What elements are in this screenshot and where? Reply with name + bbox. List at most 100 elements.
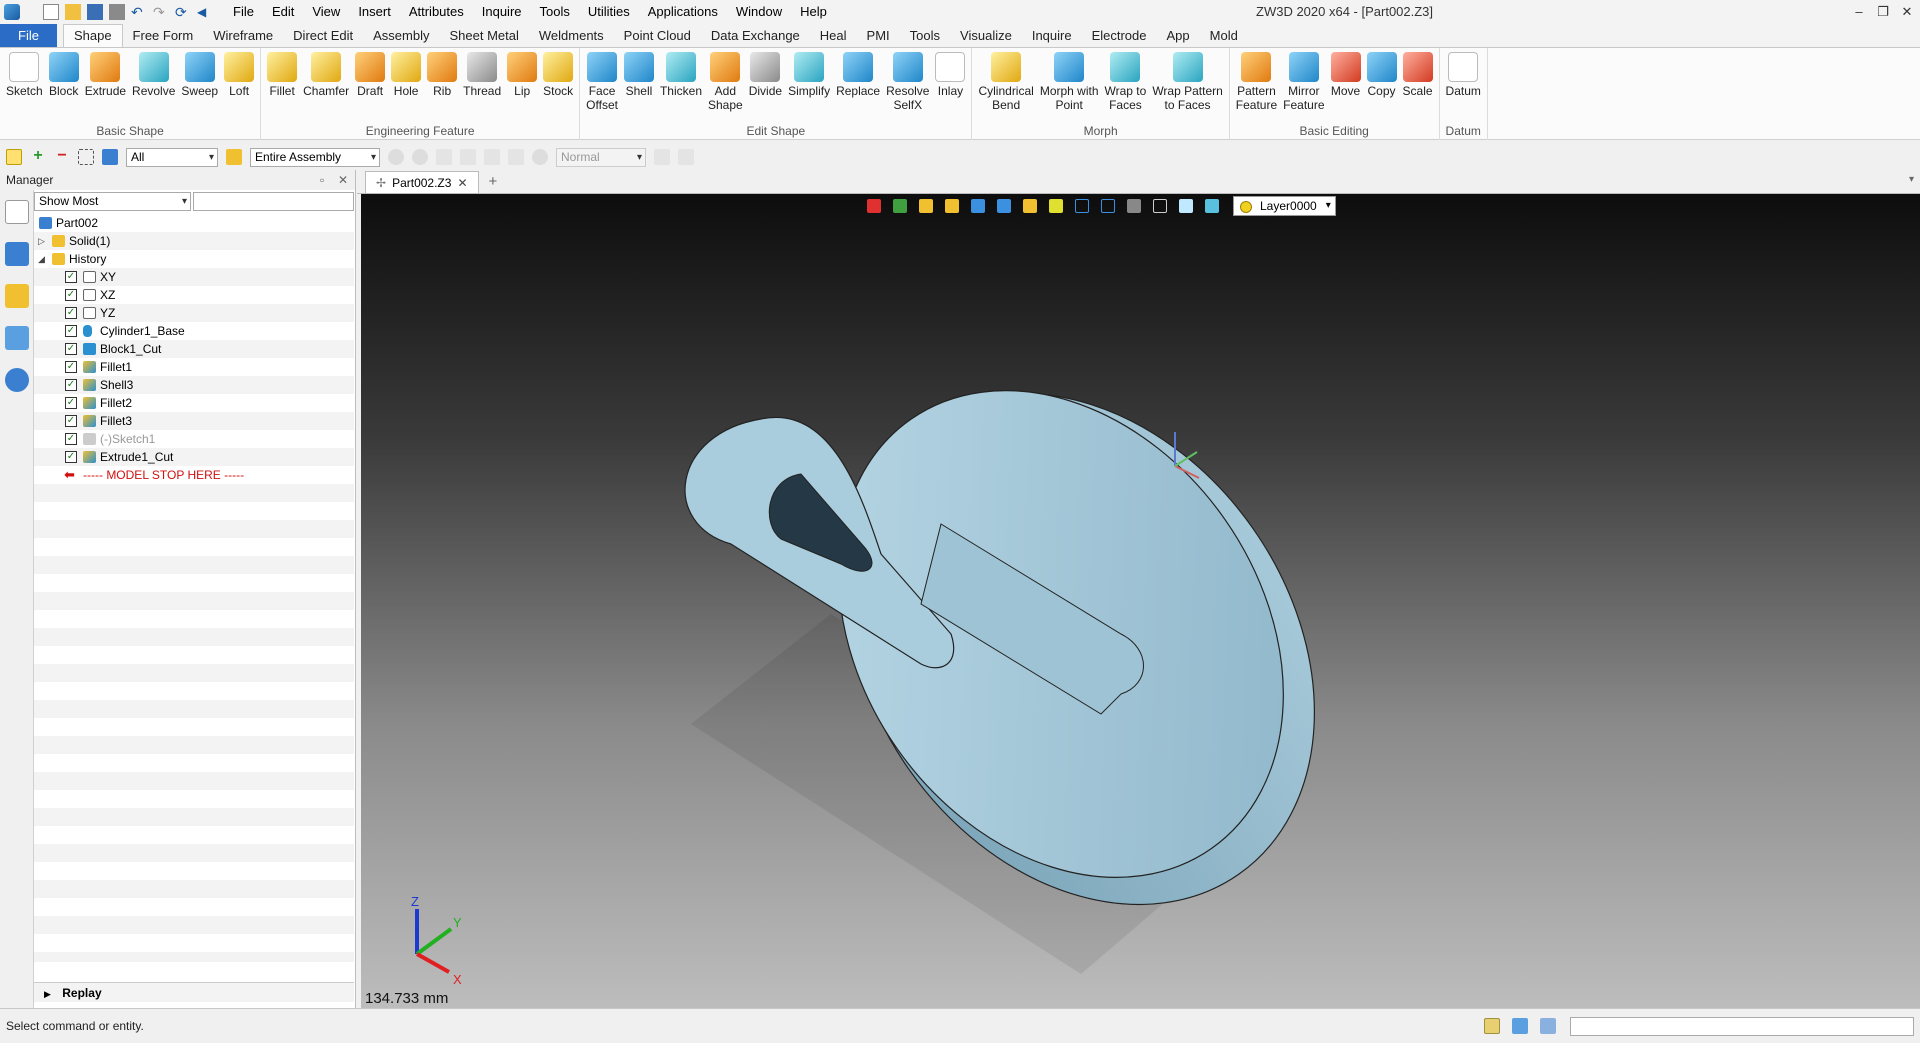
refresh-icon[interactable]: ⟳ xyxy=(175,4,191,20)
show-filter-select[interactable]: Show Most xyxy=(34,192,191,211)
graphics-viewport[interactable]: Layer0000 Z Y X xyxy=(361,194,1920,1009)
open-file-icon[interactable] xyxy=(65,4,81,20)
tree-item-yz[interactable]: ✓ YZ xyxy=(34,304,354,322)
visibility-checkbox[interactable]: ✓ xyxy=(65,379,77,391)
menu-tools[interactable]: Tools xyxy=(531,0,579,24)
visibility-checkbox[interactable]: ✓ xyxy=(65,433,77,445)
tab-wireframe[interactable]: Wireframe xyxy=(203,24,283,47)
expand-icon[interactable]: ▷ xyxy=(38,232,45,250)
menu-file[interactable]: File xyxy=(224,0,263,24)
minimize-icon[interactable]: – xyxy=(1848,0,1870,24)
pick-filter-icon[interactable] xyxy=(78,149,94,165)
visibility-checkbox[interactable]: ✓ xyxy=(65,397,77,409)
tree-item-shell3[interactable]: ✓ Shell3 xyxy=(34,376,354,394)
visibility-checkbox[interactable]: ✓ xyxy=(65,451,77,463)
menu-attributes[interactable]: Attributes xyxy=(400,0,473,24)
disabled-tool-icon xyxy=(654,149,670,165)
menu-help[interactable]: Help xyxy=(791,0,836,24)
menu-view[interactable]: View xyxy=(303,0,349,24)
save-icon[interactable] xyxy=(87,4,103,20)
tab-assembly[interactable]: Assembly xyxy=(363,24,439,47)
add-icon[interactable]: + xyxy=(30,148,46,165)
assembly-tree-icon[interactable] xyxy=(5,242,29,266)
menu-window[interactable]: Window xyxy=(727,0,791,24)
tab-electrode[interactable]: Electrode xyxy=(1082,24,1157,47)
pin-icon[interactable]: ▫ xyxy=(320,170,324,190)
scope-select[interactable]: Entire Assembly xyxy=(250,147,380,167)
tree-item-xz[interactable]: ✓ XZ xyxy=(34,286,354,304)
select-pointer-icon[interactable] xyxy=(6,149,22,165)
tree-item-fillet1[interactable]: ✓ Fillet1 xyxy=(34,358,354,376)
close-icon[interactable]: ✕ xyxy=(1896,0,1918,24)
visibility-checkbox[interactable]: ✓ xyxy=(65,307,77,319)
app-logo-icon[interactable] xyxy=(4,4,20,20)
panel-options-icon[interactable]: ▾ xyxy=(1909,174,1914,185)
remove-icon[interactable]: − xyxy=(54,148,70,165)
panel-close-icon[interactable]: ✕ xyxy=(338,170,348,190)
tab-tools[interactable]: Tools xyxy=(900,24,950,47)
tree-item-fillet3[interactable]: ✓ Fillet3 xyxy=(34,412,354,430)
tab-app[interactable]: App xyxy=(1157,24,1200,47)
visibility-checkbox[interactable]: ✓ xyxy=(65,361,77,373)
menu-edit[interactable]: Edit xyxy=(263,0,303,24)
menu-applications[interactable]: Applications xyxy=(639,0,727,24)
replay-section[interactable]: ▶ Replay xyxy=(34,982,354,1002)
tab-heal[interactable]: Heal xyxy=(810,24,857,47)
tab-data-exchange[interactable]: Data Exchange xyxy=(701,24,810,47)
visibility-checkbox[interactable]: ✓ xyxy=(65,415,77,427)
filter-select[interactable]: All xyxy=(126,147,218,167)
tree-item-sketch1[interactable]: ✓ (-)Sketch1 xyxy=(34,430,354,448)
filter-icon[interactable] xyxy=(102,149,118,165)
tab-sheet-metal[interactable]: Sheet Metal xyxy=(440,24,529,47)
tree-item-block1-cut[interactable]: ✓ Block1_Cut xyxy=(34,340,354,358)
visibility-checkbox[interactable]: ✓ xyxy=(65,325,77,337)
tab-shape[interactable]: Shape xyxy=(62,24,123,47)
tab-pmi[interactable]: PMI xyxy=(857,24,900,47)
collapse-icon[interactable]: ◢ xyxy=(38,250,45,268)
restore-icon[interactable]: ❐ xyxy=(1872,0,1894,24)
tree-item-cylinder1-base[interactable]: ✓ Cylinder1_Base xyxy=(34,322,354,340)
tab-file[interactable]: File xyxy=(0,24,57,47)
new-file-icon[interactable] xyxy=(43,4,59,20)
back-arrow-icon[interactable]: ◀ xyxy=(197,4,213,20)
tab-free-form[interactable]: Free Form xyxy=(123,24,204,47)
list-view-icon[interactable] xyxy=(1540,1018,1556,1034)
tree-item-solid[interactable]: ▷ Solid(1) xyxy=(34,232,354,250)
user-icon[interactable] xyxy=(5,368,29,392)
history-tree-icon[interactable] xyxy=(5,200,29,224)
simplify-icon xyxy=(794,52,825,82)
thicken-icon xyxy=(665,52,696,82)
tree-search-input[interactable] xyxy=(193,192,354,211)
close-tab-icon[interactable]: ✕ xyxy=(457,172,467,194)
menu-insert[interactable]: Insert xyxy=(349,0,400,24)
undo-icon[interactable]: ↶ xyxy=(131,4,147,20)
tab-visualize[interactable]: Visualize xyxy=(950,24,1022,47)
redo-icon[interactable]: ↷ xyxy=(153,4,169,20)
visibility-checkbox[interactable]: ✓ xyxy=(65,343,77,355)
tab-point-cloud[interactable]: Point Cloud xyxy=(614,24,701,47)
visibility-checkbox[interactable]: ✓ xyxy=(65,271,77,283)
model-stop-marker[interactable]: ⬅ ----- MODEL STOP HERE ----- xyxy=(34,466,354,484)
tab-part002[interactable]: ✢ Part002.Z3 ✕ xyxy=(365,171,479,193)
command-input[interactable] xyxy=(1570,1017,1914,1036)
visibility-checkbox[interactable]: ✓ xyxy=(65,289,77,301)
tree-item-history[interactable]: ◢ History xyxy=(34,250,354,268)
manager-filter-row: Show Most xyxy=(34,192,354,212)
tree-item-part002[interactable]: Part002 xyxy=(34,214,354,232)
tree-item-extrude1-cut[interactable]: ✓ Extrude1_Cut xyxy=(34,448,354,466)
assembly-scope-icon[interactable] xyxy=(226,149,242,165)
tree-item-xy[interactable]: ✓ XY xyxy=(34,268,354,286)
tree-item-fillet2[interactable]: ✓ Fillet2 xyxy=(34,394,354,412)
layout-icon[interactable] xyxy=(1484,1018,1500,1034)
screen-icon[interactable] xyxy=(1512,1018,1528,1034)
view-manager-icon[interactable] xyxy=(5,326,29,350)
tab-mold[interactable]: Mold xyxy=(1200,24,1248,47)
resource-library-icon[interactable] xyxy=(5,284,29,308)
tab-weldments[interactable]: Weldments xyxy=(529,24,614,47)
new-tab-button[interactable]: + xyxy=(489,171,498,193)
menu-utilities[interactable]: Utilities xyxy=(579,0,639,24)
tab-inquire[interactable]: Inquire xyxy=(1022,24,1082,47)
menu-inquire[interactable]: Inquire xyxy=(473,0,531,24)
print-icon[interactable] xyxy=(109,4,125,20)
tab-direct-edit[interactable]: Direct Edit xyxy=(283,24,363,47)
